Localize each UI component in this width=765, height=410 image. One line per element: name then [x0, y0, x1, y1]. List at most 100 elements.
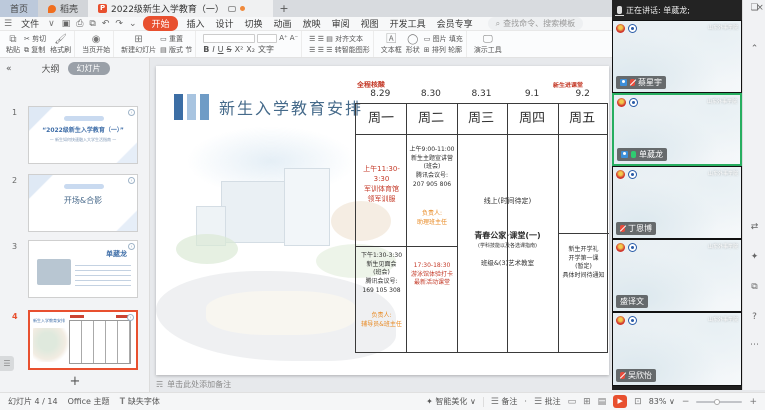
reading-view-button[interactable]: [598, 397, 607, 407]
meeting-header: 正在讲话: 单葳龙;: [612, 0, 742, 20]
bullet-list-icon[interactable]: [309, 35, 315, 43]
save-icon[interactable]: [62, 19, 71, 29]
tab-docer[interactable]: 稻壳: [38, 0, 88, 17]
mic-muted-icon: [620, 225, 625, 232]
superscript-button[interactable]: X²: [235, 45, 244, 54]
collapse-panel-button[interactable]: «: [6, 64, 12, 74]
align-right-icon[interactable]: [326, 46, 332, 54]
smart-beautify-button[interactable]: 智能美化: [426, 396, 476, 407]
menu-file[interactable]: 文件: [19, 17, 41, 30]
slide-thumbnail-1[interactable]: “2022级新生入学教育（一）” — 新生如何快速融入大学生活指南 —: [28, 106, 138, 164]
subscript-button[interactable]: X₂: [246, 45, 255, 54]
help-icon[interactable]: [743, 312, 765, 322]
picture-button[interactable]: 图片 填充: [424, 34, 463, 44]
add-slide-button[interactable]: +: [0, 374, 150, 389]
shapes-button[interactable]: ◯形状: [406, 34, 420, 54]
play-from-page-button[interactable]: 当页开始: [82, 34, 110, 54]
bold-button[interactable]: B: [203, 45, 209, 54]
slide-thumbnail-4-selected[interactable]: 新生入学教育安排: [28, 310, 138, 370]
notes-hint[interactable]: 单击此处添加备注: [150, 376, 612, 392]
new-slide-button[interactable]: 新建幻灯片: [121, 34, 156, 54]
hamburger-icon[interactable]: [4, 19, 12, 29]
presentation-tools-button[interactable]: 🖵演示工具: [474, 34, 502, 54]
indent-icon[interactable]: [326, 35, 333, 43]
smartart-button[interactable]: 转智能图形: [335, 46, 370, 54]
format-painter-button[interactable]: 🖌格式刷: [50, 34, 71, 54]
font-grow-button[interactable]: A⁺: [279, 34, 287, 43]
more-icon[interactable]: [743, 340, 765, 350]
missing-font-item[interactable]: 𝐓 缺失字体: [120, 396, 160, 407]
number-list-icon[interactable]: [318, 35, 324, 43]
copy-button[interactable]: 复制: [24, 45, 46, 55]
tab-document[interactable]: P 2022级新生入学教育（一）: [88, 0, 273, 17]
strike-button[interactable]: S: [227, 45, 232, 54]
layout-switch-icon[interactable]: [743, 282, 765, 292]
menu-devtools[interactable]: 开发工具: [388, 17, 428, 30]
video-tile-1[interactable]: 山东外事学院 蔡星宇: [612, 20, 742, 93]
video-tile-4[interactable]: 山东外事学院 盛译文: [612, 239, 742, 312]
menu-membership[interactable]: 会员专享: [435, 17, 475, 30]
fit-window-button[interactable]: [634, 397, 642, 407]
redo-icon[interactable]: [115, 19, 123, 29]
text-effects-button[interactable]: 文字: [258, 44, 274, 55]
slide-thumbnail-3[interactable]: 单葳龙: [28, 240, 138, 298]
normal-view-button[interactable]: [568, 397, 577, 407]
menu-transition[interactable]: 切换: [243, 17, 265, 30]
underline-button[interactable]: U: [218, 45, 224, 54]
font-size-box[interactable]: [257, 34, 277, 43]
zoom-in-button[interactable]: [749, 397, 757, 407]
video-tile-3[interactable]: 山东外事学院 丁恩博: [612, 166, 742, 239]
zoom-out-button[interactable]: [682, 397, 690, 407]
tab-home[interactable]: 首页: [0, 0, 38, 17]
sorter-view-button[interactable]: [583, 397, 591, 407]
undo-icon[interactable]: [102, 19, 110, 29]
print-icon[interactable]: [76, 19, 83, 29]
font-name-box[interactable]: [203, 34, 255, 43]
current-slide[interactable]: 新生入学教育安排 全程核酸 新生进课堂 8.298.308.319.19.2: [156, 66, 609, 375]
italic-button[interactable]: I: [212, 45, 214, 54]
menu-review[interactable]: 审阅: [330, 17, 352, 30]
align-center-icon[interactable]: [318, 46, 324, 54]
menu-design[interactable]: 设计: [214, 17, 236, 30]
tab-document-label: 2022级新生入学教育（一）: [111, 2, 224, 15]
menu-view[interactable]: 视图: [359, 17, 381, 30]
video-tile-5[interactable]: 山东外事学院 吴欣怡: [612, 312, 742, 386]
slideshow-play-button[interactable]: [613, 395, 627, 408]
comments-button[interactable]: 批注: [534, 396, 561, 407]
collapse-up-icon[interactable]: [743, 44, 765, 54]
date-row: 8.298.308.319.19.2: [355, 89, 608, 99]
align-text-button[interactable]: 对齐文本: [335, 35, 363, 43]
reset-button[interactable]: 重置: [160, 34, 192, 44]
zoom-slider-knob[interactable]: [714, 399, 720, 405]
menu-insert[interactable]: 插入: [185, 17, 207, 30]
cut-button[interactable]: 剪切: [24, 34, 46, 44]
slide-thumbnail-2[interactable]: 开场&合影: [28, 174, 138, 232]
thumbnail-list: 1 “2022级新生入学教育（一）” — 新生如何快速融入大学生活指南 — 2 …: [0, 80, 150, 372]
slides-tab[interactable]: 幻灯片: [68, 62, 110, 75]
command-search-box[interactable]: 查找命令、搜索模板: [488, 17, 583, 30]
beauty-icon[interactable]: [743, 252, 765, 262]
font-shrink-button[interactable]: A⁻: [290, 34, 298, 43]
align-left-icon[interactable]: [309, 46, 315, 54]
menu-home[interactable]: 开始: [143, 16, 177, 31]
menu-slideshow[interactable]: 放映: [301, 17, 323, 30]
switch-view-icon[interactable]: [743, 222, 765, 232]
more-caret-icon[interactable]: [129, 19, 137, 29]
arrange-button[interactable]: 排列 轮廓: [424, 45, 463, 55]
preview-icon[interactable]: [89, 19, 95, 29]
close-window-icon[interactable]: [754, 3, 765, 13]
paste-button[interactable]: 粘贴: [6, 34, 20, 54]
comment-bubble-icon: [228, 6, 236, 12]
textbox-button[interactable]: 🄰文本框: [381, 34, 402, 54]
layout-button[interactable]: 版式 节: [160, 45, 192, 55]
panel-handle[interactable]: [0, 356, 14, 371]
zoom-slider[interactable]: [696, 401, 742, 403]
theme-label[interactable]: Office 主题: [68, 396, 110, 407]
video-tile-2-speaking[interactable]: 山东外事学院 单葳龙: [612, 93, 742, 166]
notes-button[interactable]: 备注: [491, 396, 518, 407]
outline-tab[interactable]: 大纲: [42, 62, 60, 75]
thumb-anim-icon: [128, 109, 135, 116]
menu-animation[interactable]: 动画: [272, 17, 294, 30]
new-tab-button[interactable]: [273, 0, 295, 17]
zoom-level[interactable]: 83%: [649, 397, 675, 406]
